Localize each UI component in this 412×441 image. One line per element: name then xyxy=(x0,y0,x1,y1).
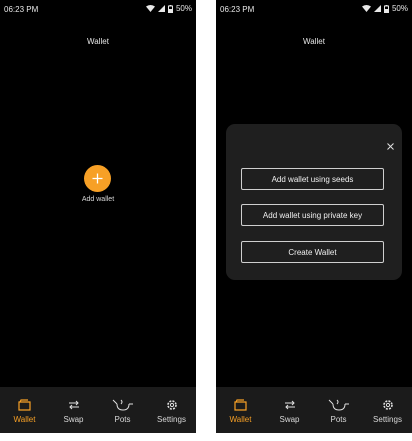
nav-label-pots: Pots xyxy=(330,415,347,424)
wifi-icon xyxy=(361,5,371,12)
nav-item-swap[interactable]: Swap xyxy=(269,396,311,424)
nav-item-pots[interactable]: Pots xyxy=(318,396,360,424)
plus-icon xyxy=(92,173,103,184)
wifi-icon xyxy=(145,5,155,12)
battery-icon xyxy=(167,4,173,13)
nav-item-settings[interactable]: Settings xyxy=(151,396,193,424)
nav-item-settings[interactable]: Settings xyxy=(367,396,409,424)
status-icons: 50% xyxy=(145,4,192,13)
settings-gear-icon xyxy=(166,400,177,410)
bottom-navigation: Wallet Swap Pots Settings xyxy=(216,387,412,433)
nav-item-pots[interactable]: Pots xyxy=(102,396,144,424)
nav-label-settings: Settings xyxy=(373,415,402,424)
nav-label-swap: Swap xyxy=(63,415,84,424)
add-wallet-dialog: Add wallet using seeds Add wallet using … xyxy=(226,124,402,280)
nav-label-settings: Settings xyxy=(157,415,186,424)
wallet-icon xyxy=(18,399,31,411)
wallet-icon xyxy=(234,399,247,411)
status-time: 06:23 PM xyxy=(220,5,255,14)
add-wallet-label: Add wallet xyxy=(81,196,115,203)
signal-icon xyxy=(157,5,165,12)
signal-icon xyxy=(373,5,381,12)
pots-icon xyxy=(328,399,349,411)
battery-level: 50% xyxy=(391,4,408,13)
status-bar: 06:23 PM 50% xyxy=(0,0,196,20)
bottom-navigation: Wallet Swap Pots Settings xyxy=(0,387,196,433)
page-title: Wallet xyxy=(87,37,109,46)
nav-label-wallet: Wallet xyxy=(229,415,252,424)
status-bar: 06:23 PM 50% xyxy=(216,0,412,20)
add-wallet-private-key-button[interactable]: Add wallet using private key xyxy=(241,204,384,226)
pots-icon xyxy=(112,399,133,411)
battery-icon xyxy=(383,4,389,13)
nav-label-swap: Swap xyxy=(279,415,300,424)
nav-item-swap[interactable]: Swap xyxy=(53,396,95,424)
swap-icon xyxy=(284,400,295,410)
close-button[interactable] xyxy=(384,140,396,152)
create-wallet-button[interactable]: Create Wallet xyxy=(241,241,384,263)
add-wallet-button[interactable] xyxy=(84,165,111,192)
battery-level: 50% xyxy=(175,4,192,13)
wallet-screen-empty: 06:23 PM 50% Wallet Add wallet Wallet Sw… xyxy=(0,0,196,433)
status-time: 06:23 PM xyxy=(4,5,39,14)
page-title: Wallet xyxy=(303,37,325,46)
add-wallet-seeds-button[interactable]: Add wallet using seeds xyxy=(241,168,384,190)
nav-label-wallet: Wallet xyxy=(13,415,36,424)
close-icon xyxy=(386,142,394,150)
settings-gear-icon xyxy=(382,400,393,410)
wallet-screen-dialog: 06:23 PM 50% Wallet Add wallet using see… xyxy=(216,0,412,433)
status-icons: 50% xyxy=(361,4,408,13)
nav-item-wallet[interactable]: Wallet xyxy=(220,396,262,424)
swap-icon xyxy=(68,400,79,410)
nav-label-pots: Pots xyxy=(114,415,131,424)
nav-item-wallet[interactable]: Wallet xyxy=(4,396,46,424)
